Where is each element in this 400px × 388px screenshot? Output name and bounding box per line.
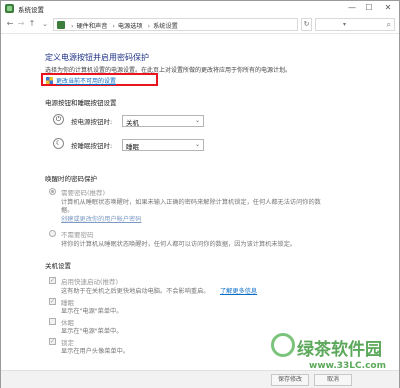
close-button[interactable]: ✕ — [381, 3, 395, 13]
lock-menu-desc: 显示在用户头像菜单中。 — [61, 348, 130, 355]
power-button-action-select[interactable]: 关机 ⌄ — [122, 115, 204, 127]
sleep-menu-checkbox[interactable]: ✓ — [49, 298, 56, 305]
learn-more-link[interactable]: 了解更多信息 — [220, 286, 257, 295]
forward-arrow-icon[interactable]: → — [16, 19, 26, 29]
back-arrow-icon[interactable]: ← — [5, 19, 15, 29]
change-unavailable-settings-link[interactable]: 更改当前不可用的设置 — [56, 76, 116, 85]
breadcrumb-separator: › — [147, 23, 151, 30]
breadcrumb-hardware-sound[interactable]: 硬件和声音 — [76, 23, 107, 30]
require-password-desc-line2: 据。 — [61, 207, 74, 214]
no-password-label: 不需要密码 — [61, 231, 94, 239]
window-title: 系统设置 — [18, 6, 44, 14]
hibernate-menu-desc: 显示在"电源"菜单中。 — [61, 328, 123, 335]
maximize-button[interactable]: ☐ — [362, 3, 376, 13]
no-password-desc: 将你的计算机从睡眠状态唤醒时，任何人都可以访问你的数据，因为该计算机未锁定。 — [61, 241, 297, 248]
power-button-action-value: 关机 — [126, 119, 139, 127]
system-settings-window: 系统设置 — ☐ ✕ ← → ↑ ⌄ › 硬件和声音 › 电源选项 › 系统设置 ▾ … — [0, 0, 400, 388]
sleep-button-icon: ☾ — [53, 138, 64, 149]
watermark-url: www.33LC.com — [309, 361, 386, 371]
control-panel-icon — [57, 21, 65, 29]
search-input[interactable]: ⌕ — [315, 18, 395, 31]
chevron-down-icon: ⌄ — [194, 117, 200, 124]
breadcrumb: › 硬件和声音 › 电源选项 › 系统设置 — [68, 21, 178, 30]
watermark-ring-icon — [271, 333, 295, 357]
refresh-icon[interactable]: ↻ — [301, 18, 312, 31]
main-content: 定义电源按钮并启用密码保护 选择为你的计算机设置的电源设置。在此页上对设置所做的… — [1, 35, 399, 370]
up-arrow-icon[interactable]: ↑ — [27, 19, 37, 29]
no-password-radio[interactable] — [49, 230, 56, 237]
breadcrumb-system-settings[interactable]: 系统设置 — [153, 23, 178, 30]
uac-shield-icon — [46, 77, 53, 84]
change-settings-highlight: 更改当前不可用的设置 — [41, 73, 158, 86]
power-button-label: 按电源按钮时: — [71, 118, 113, 126]
hibernate-menu-checkbox[interactable] — [49, 318, 56, 325]
password-section-title: 唤醒时的密码保护 — [45, 175, 97, 183]
fast-startup-desc: 这有助于在关机之后更快地启动电脑。不会影响重启。 — [61, 288, 210, 295]
address-box[interactable]: › 硬件和声音 › 电源选项 › 系统设置 ▾ — [53, 18, 346, 31]
minimize-button[interactable]: — — [345, 3, 359, 13]
require-password-radio[interactable] — [49, 188, 56, 195]
sleep-button-action-value: 睡眠 — [126, 143, 139, 151]
power-button-icon: ⏻ — [53, 114, 64, 125]
page-title: 定义电源按钮并启用密码保护 — [45, 53, 149, 62]
breadcrumb-power-options[interactable]: 电源选项 — [118, 23, 143, 30]
chevron-down-icon: ⌄ — [194, 141, 200, 148]
power-options-app-icon — [5, 4, 14, 13]
require-password-label: 需要密码(推荐) — [61, 189, 106, 197]
fast-startup-checkbox[interactable]: ✓ — [49, 277, 56, 284]
address-bar: ← → ↑ ⌄ › 硬件和声音 › 电源选项 › 系统设置 ▾ ↻ ⌕ — [1, 16, 399, 34]
watermark-logo: 绿茶软件园 www.33LC.com — [269, 331, 399, 381]
fast-startup-label: 启用快速启动(推荐) — [61, 278, 119, 286]
sleep-button-label: 按睡眠按钮时: — [71, 142, 113, 150]
breadcrumb-separator: › — [112, 23, 115, 30]
require-password-desc-line1: 计算机从睡眠状态唤醒时，如果未输入正确的密码来解除计算机锁定，任何人都无法访问你… — [61, 199, 321, 206]
title-bar: 系统设置 — ☐ ✕ — [1, 1, 399, 16]
lock-menu-checkbox[interactable]: ✓ — [49, 338, 56, 345]
watermark-text: 绿茶软件园 — [297, 340, 382, 360]
create-change-password-link[interactable]: 创建或更改你的用户帐户密码 — [61, 214, 141, 223]
breadcrumb-separator: › — [71, 23, 74, 30]
recent-locations-chevron-icon[interactable]: ⌄ — [40, 19, 50, 29]
power-buttons-section-title: 电源按钮和睡眠按钮设置 — [45, 99, 117, 107]
shutdown-section-title: 关机设置 — [45, 262, 71, 270]
sleep-button-action-select[interactable]: 睡眠 ⌄ — [122, 139, 204, 151]
search-icon: ⌕ — [386, 20, 391, 29]
sleep-menu-desc: 显示在"电源"菜单中。 — [61, 308, 123, 315]
